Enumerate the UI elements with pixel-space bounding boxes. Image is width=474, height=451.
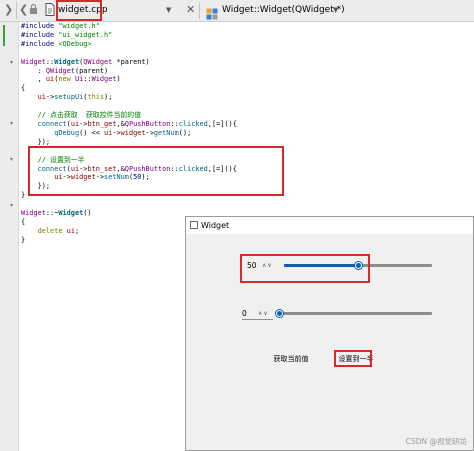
function-dropdown-arrow-icon[interactable]: ▼ [333,3,338,17]
file-dropdown-arrow-icon[interactable]: ▼ [166,3,171,17]
code-line: Widget::~Widget() [21,209,92,218]
window-title: Widget [201,221,230,230]
get-value-button[interactable]: 获取当前值 [272,353,310,365]
slider-2-handle[interactable] [276,310,283,317]
fold-marker-icon[interactable]: ▾ [10,59,13,67]
code-line: #include "ui_widget.h" [21,30,113,39]
close-icon[interactable]: ✕ [186,2,195,18]
editor-gutter: ▾ ▾ ▾ ▾ [0,22,19,451]
function-icon [206,5,218,20]
window-icon [190,221,198,229]
code-line: #include <QDebug> [21,39,92,48]
spinbox-2-underline [242,319,273,320]
set-half-button-highlight [334,350,372,367]
slider-row-highlight [240,254,370,283]
code-line: Widget::Widget(QWidget *parent) [21,57,150,66]
code-line: connect(ui->btn_get,&QPushButton::clicke… [37,119,237,128]
widget-app-window[interactable]: Widget 50 ∧∨ 0 ∧∨ 获取当前值 设置到一半 CSDN @视觉研坊 [185,216,474,451]
code-line: { [21,217,26,226]
watermark: CSDN @视觉研坊 [405,437,467,446]
file-tab-highlight [56,0,102,21]
function-dropdown[interactable]: Widget::Widget(QWidget *) [222,2,345,19]
toolbar-divider [16,2,17,19]
window-titlebar[interactable]: Widget [186,217,473,234]
code-editor[interactable]: #include "widget.h" #include "ui_widget.… [21,22,237,245]
slider-2-track[interactable] [279,312,432,315]
code-line: ui->setupUi(this); [37,93,113,102]
code-line: qDebug() << ui->widget->getNum(); [54,128,192,137]
file-icon [45,3,55,17]
code-line: } [21,191,26,200]
toolbar-divider [199,2,200,19]
split-right-icon[interactable]: ❮ [19,3,28,17]
code-highlight-box [28,146,284,196]
lock-icon[interactable] [29,3,38,17]
fold-marker-icon[interactable]: ▾ [10,156,13,164]
fold-marker-icon[interactable]: ▾ [10,120,13,128]
code-line: { [21,84,26,93]
code-line: // 点击获取 获取控件当前的值 [37,111,142,120]
code-line: , ui(new Ui::Widget) [21,75,121,84]
code-line: delete ui; [37,226,80,235]
code-line: } [21,235,26,244]
fold-marker-icon[interactable]: ▾ [10,202,13,210]
code-line: }); [21,137,51,146]
change-marker [3,25,5,46]
split-left-icon[interactable]: ❯ [4,3,13,17]
code-line: : QWidget(parent) [21,66,109,75]
code-line: #include "widget.h" [21,22,100,30]
